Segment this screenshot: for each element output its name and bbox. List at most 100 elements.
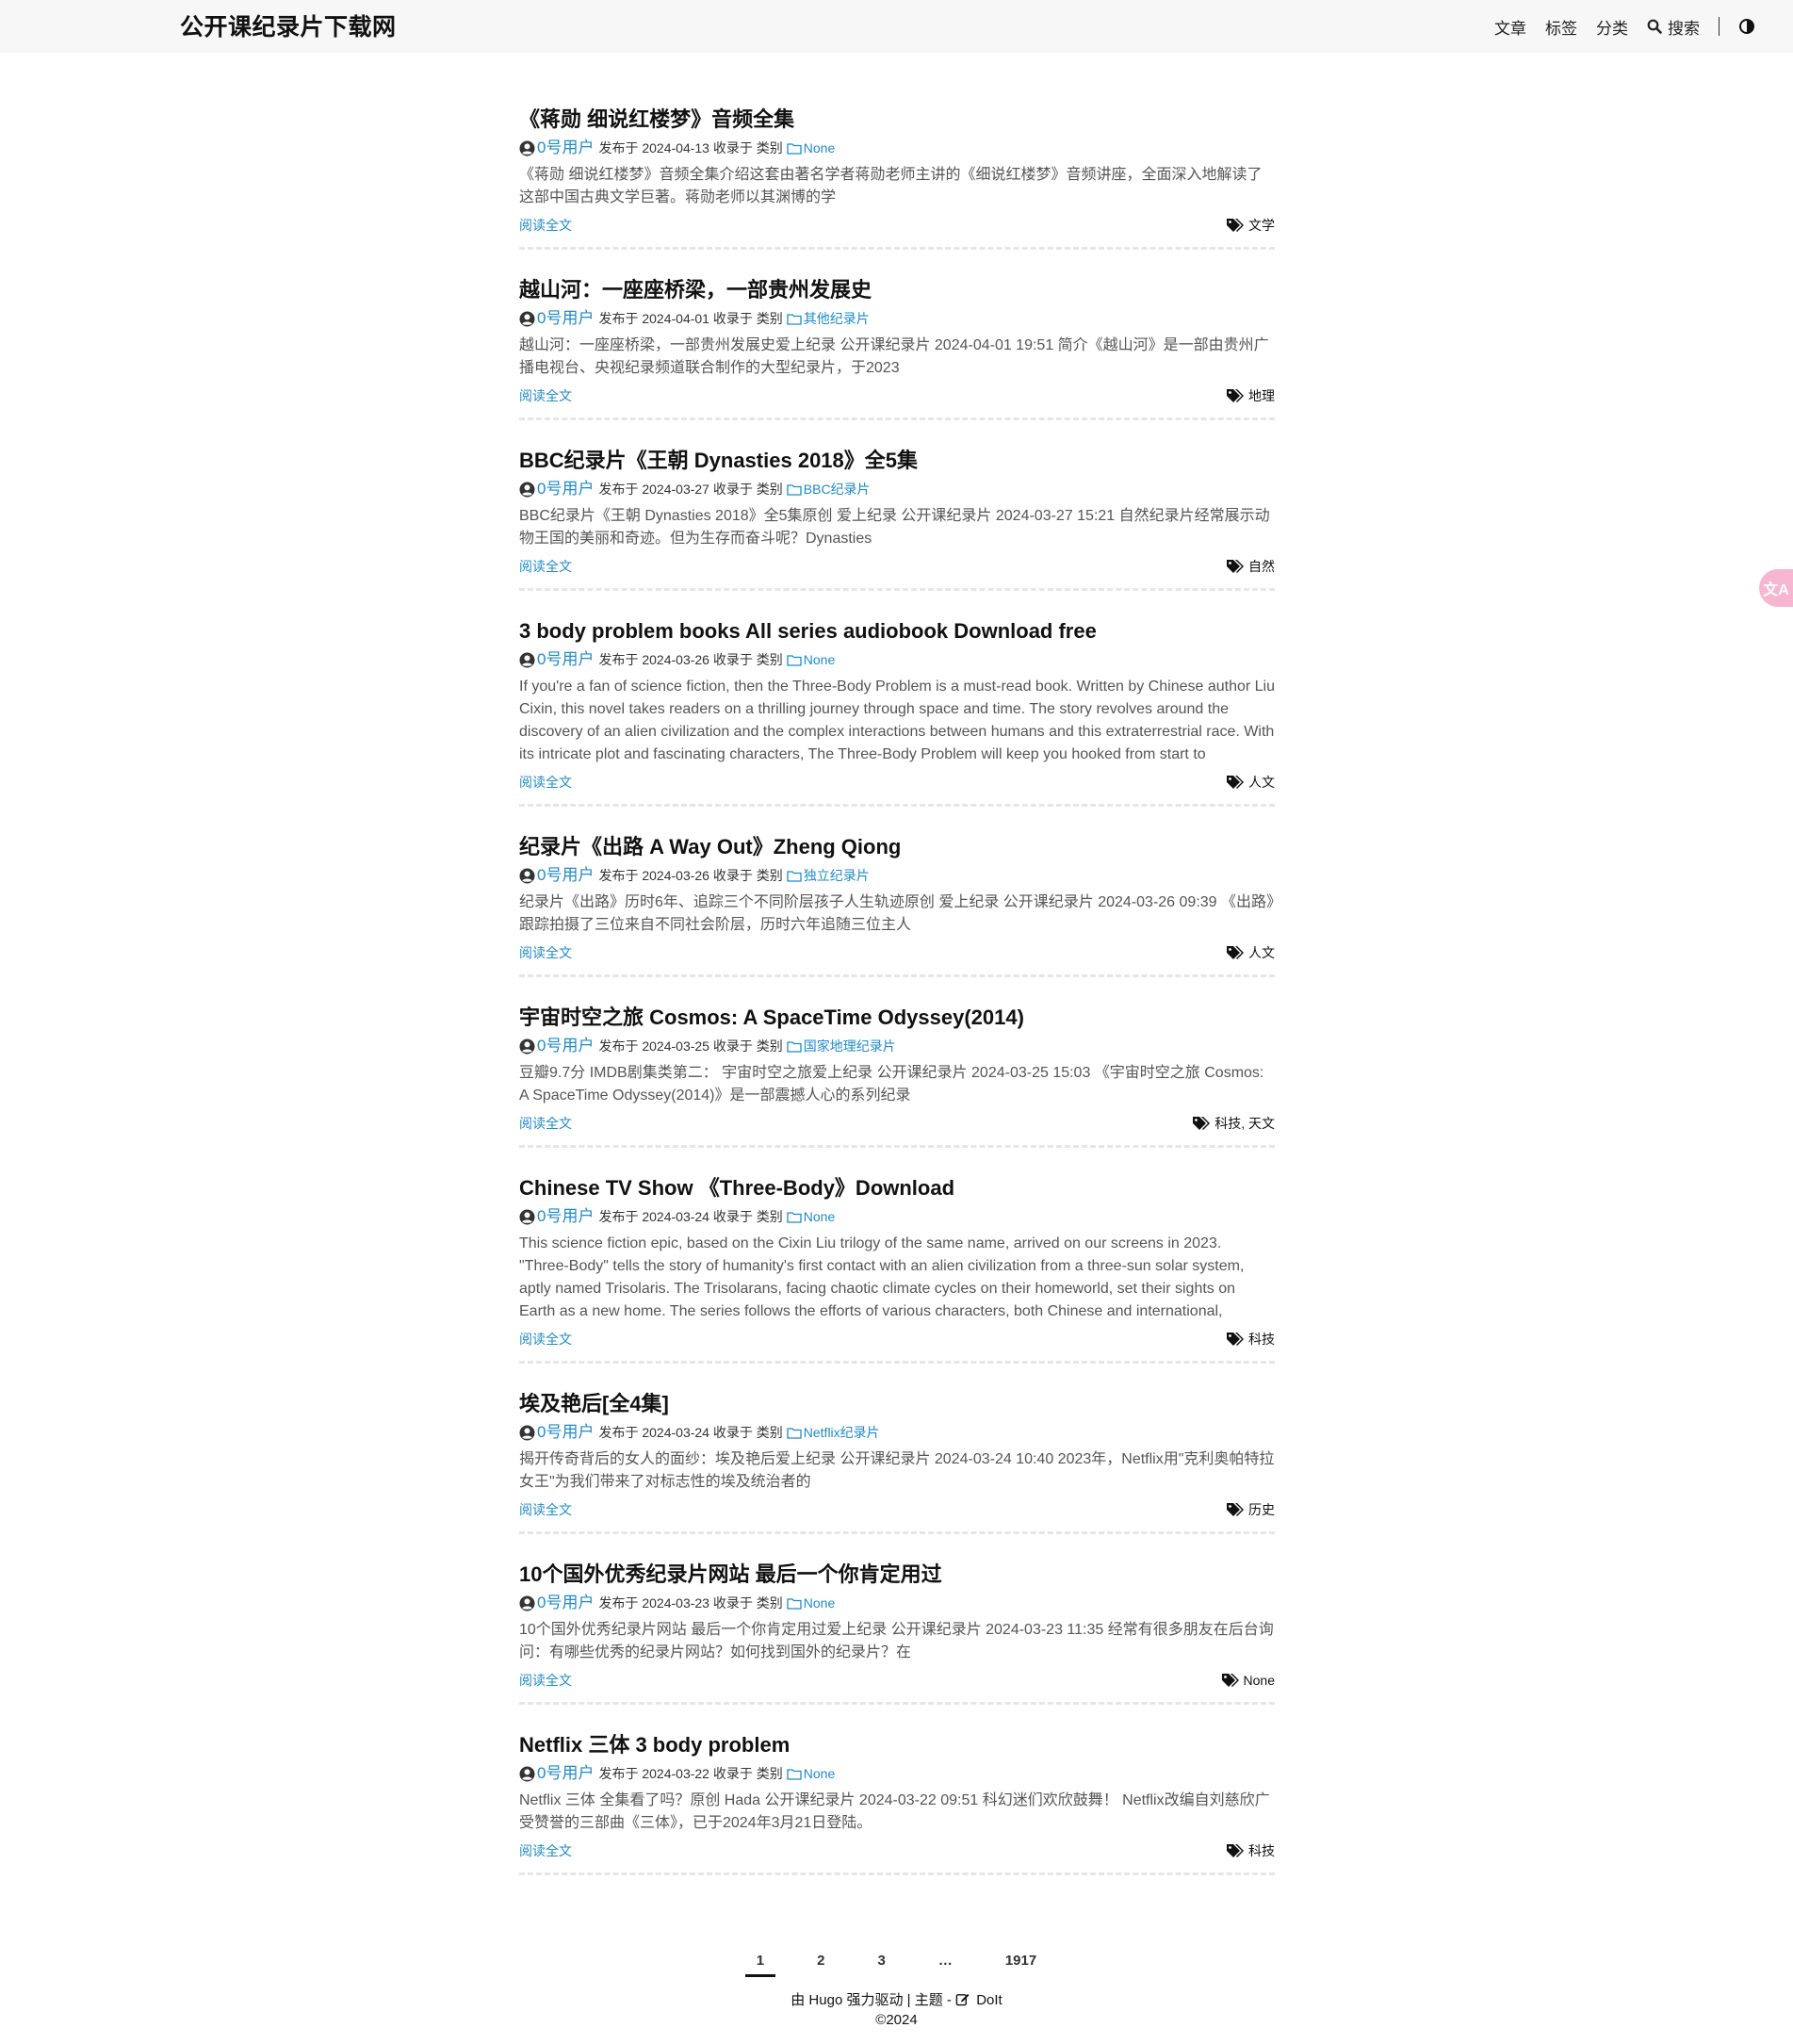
main-nav: 文章 标签 分类 搜索: [1475, 13, 1755, 40]
post-date: 2024-03-27: [642, 482, 709, 497]
folder-icon: [787, 1597, 802, 1610]
folder-icon: [787, 1211, 802, 1223]
folder-icon: [787, 313, 802, 325]
post-title[interactable]: 越山河：一座座桥梁，一部贵州发展史: [519, 276, 1275, 304]
post-tags[interactable]: 自然: [1226, 556, 1275, 577]
published-label: 发布于: [598, 140, 639, 155]
post-tags[interactable]: 人文: [1226, 772, 1275, 793]
post-author[interactable]: 0号用户: [537, 1593, 594, 1613]
post-title[interactable]: Chinese TV Show 《Three-Body》Download: [519, 1174, 1275, 1202]
post-title[interactable]: Netflix 三体 3 body problem: [519, 1731, 1275, 1759]
theme-toggle-icon[interactable]: [1738, 18, 1755, 35]
post-summary: 10个国外优秀纪录片网站 最后一个你肯定用过爱上纪录 公开课纪录片 2024-0…: [519, 1622, 1274, 1660]
post-category: None: [803, 1595, 836, 1611]
post-date: 2024-03-22: [642, 1766, 709, 1781]
post-summary: BBC纪录片《王朝 Dynasties 2018》全5集原创 爱上纪录 公开课纪…: [519, 508, 1270, 547]
user-circle-icon: [519, 482, 535, 497]
published-label: 发布于: [598, 311, 639, 326]
folder-icon: [787, 142, 802, 155]
read-more-link[interactable]: 阅读全文: [519, 1840, 572, 1861]
post-tags[interactable]: 地理: [1226, 385, 1275, 406]
post-tags[interactable]: None: [1221, 1670, 1275, 1691]
post-category-link[interactable]: BBC纪录片: [787, 479, 871, 499]
site-footer: 由 Hugo 强力驱动 | 主题 - DoIt ©2024: [0, 1990, 1793, 2030]
nav-articles[interactable]: 文章: [1494, 15, 1526, 39]
post-item: Chinese TV Show 《Three-Body》Download 0号用户…: [519, 1174, 1275, 1364]
post-title[interactable]: 10个国外优秀纪录片网站 最后一个你肯定用过: [519, 1561, 1275, 1589]
read-more-link[interactable]: 阅读全文: [519, 1113, 572, 1134]
read-more-link[interactable]: 阅读全文: [519, 1499, 572, 1520]
post-author[interactable]: 0号用户: [537, 138, 594, 158]
post-author[interactable]: 0号用户: [537, 308, 594, 329]
post-footer: 阅读全文 历史: [519, 1499, 1275, 1520]
post-tags[interactable]: 文学: [1226, 215, 1275, 236]
post-author[interactable]: 0号用户: [537, 649, 594, 670]
post-title[interactable]: 3 body problem books All series audioboo…: [519, 617, 1275, 646]
translate-float-button[interactable]: 文A: [1759, 569, 1793, 607]
post-tags[interactable]: 科技: [1226, 1329, 1275, 1349]
post-category-link[interactable]: None: [787, 1763, 835, 1784]
post-category-link[interactable]: None: [787, 138, 835, 158]
post-meta: 0号用户 发布于 2024-03-27 收录于 类别 BBC纪录片: [519, 479, 1275, 499]
post-item: 纪录片《出路 A Way Out》Zheng Qiong 0号用户 发布于 2024…: [519, 833, 1275, 977]
nav-categories[interactable]: 分类: [1596, 15, 1628, 39]
post-tags[interactable]: 科技, 天文: [1192, 1113, 1275, 1134]
collected-label: 收录于 类别: [712, 140, 783, 155]
folder-icon: [787, 483, 802, 496]
post-tags[interactable]: 科技: [1226, 1840, 1275, 1861]
post-item: 《蒋勋 细说红楼梦》音频全集 0号用户 发布于 2024-04-13 收录于 类别 N…: [519, 106, 1275, 250]
tags-icon: [1221, 1674, 1239, 1687]
post-summary: 越山河：一座座桥梁，一部贵州发展史爱上纪录 公开课纪录片 2024-04-01 …: [519, 337, 1269, 376]
read-more-link[interactable]: 阅读全文: [519, 1329, 572, 1349]
post-author[interactable]: 0号用户: [537, 1036, 594, 1056]
post-author[interactable]: 0号用户: [537, 865, 594, 886]
post-author[interactable]: 0号用户: [537, 479, 594, 499]
post-title[interactable]: 《蒋勋 细说红楼梦》音频全集: [519, 106, 1275, 134]
post-category-link[interactable]: 其他纪录片: [787, 308, 870, 329]
user-circle-icon: [519, 868, 535, 883]
nav-search[interactable]: 搜索: [1647, 15, 1700, 39]
read-more-link[interactable]: 阅读全文: [519, 385, 572, 406]
user-circle-icon: [519, 1209, 535, 1224]
post-category: 国家地理纪录片: [803, 1038, 896, 1054]
read-more-link[interactable]: 阅读全文: [519, 942, 572, 963]
folder-icon: [787, 1040, 802, 1053]
pagination-page[interactable]: 1: [730, 1951, 791, 1977]
pagination-page[interactable]: 2: [791, 1951, 851, 1977]
pagination-page[interactable]: 1917: [979, 1951, 1063, 1977]
post-category-link[interactable]: 独立纪录片: [787, 865, 870, 886]
post-author[interactable]: 0号用户: [537, 1763, 594, 1784]
read-more-link[interactable]: 阅读全文: [519, 1670, 572, 1691]
post-category: None: [803, 652, 836, 667]
post-tags[interactable]: 历史: [1226, 1499, 1275, 1520]
post-category-link[interactable]: None: [787, 1206, 835, 1227]
post-title[interactable]: BBC纪录片《王朝 Dynasties 2018》全5集: [519, 447, 1275, 475]
post-item: 3 body problem books All series audioboo…: [519, 617, 1275, 807]
post-category-link[interactable]: 国家地理纪录片: [787, 1036, 896, 1056]
published-label: 发布于: [598, 1766, 639, 1781]
post-tags[interactable]: 人文: [1226, 942, 1275, 963]
post-summary: 揭开传奇背后的女人的面纱：埃及艳后爱上纪录 公开课纪录片 2024-03-24 …: [519, 1451, 1275, 1490]
read-more-link[interactable]: 阅读全文: [519, 556, 572, 577]
post-date: 2024-03-25: [642, 1038, 709, 1054]
nav-tags[interactable]: 标签: [1545, 15, 1577, 39]
post-tag-text: 历史: [1248, 1502, 1275, 1517]
post-tag-text: None: [1243, 1673, 1275, 1688]
post-category-link[interactable]: None: [787, 649, 835, 670]
footer-theme-link[interactable]: DoIt: [976, 1992, 1002, 2008]
post-date: 2024-04-13: [642, 140, 709, 155]
post-item: Netflix 三体 3 body problem 0号用户 发布于 2024-03…: [519, 1731, 1275, 1875]
read-more-link[interactable]: 阅读全文: [519, 772, 572, 793]
pagination-page[interactable]: 3: [851, 1951, 911, 1977]
footer-powered-line: 由 Hugo 强力驱动 | 主题 - DoIt: [0, 1990, 1793, 2010]
post-title[interactable]: 宇宙时空之旅 Cosmos: A SpaceTime Odyssey(2014): [519, 1004, 1275, 1032]
post-author[interactable]: 0号用户: [537, 1206, 594, 1227]
post-category-link[interactable]: None: [787, 1593, 835, 1613]
post-title[interactable]: 埃及艳后[全4集]: [519, 1390, 1275, 1418]
post-title[interactable]: 纪录片《出路 A Way Out》Zheng Qiong: [519, 833, 1275, 861]
site-title[interactable]: 公开课纪录片下载网: [180, 11, 397, 43]
tags-icon: [1227, 389, 1244, 402]
post-category-link[interactable]: Netflix纪录片: [787, 1422, 880, 1443]
read-more-link[interactable]: 阅读全文: [519, 215, 572, 236]
post-author[interactable]: 0号用户: [537, 1422, 594, 1443]
